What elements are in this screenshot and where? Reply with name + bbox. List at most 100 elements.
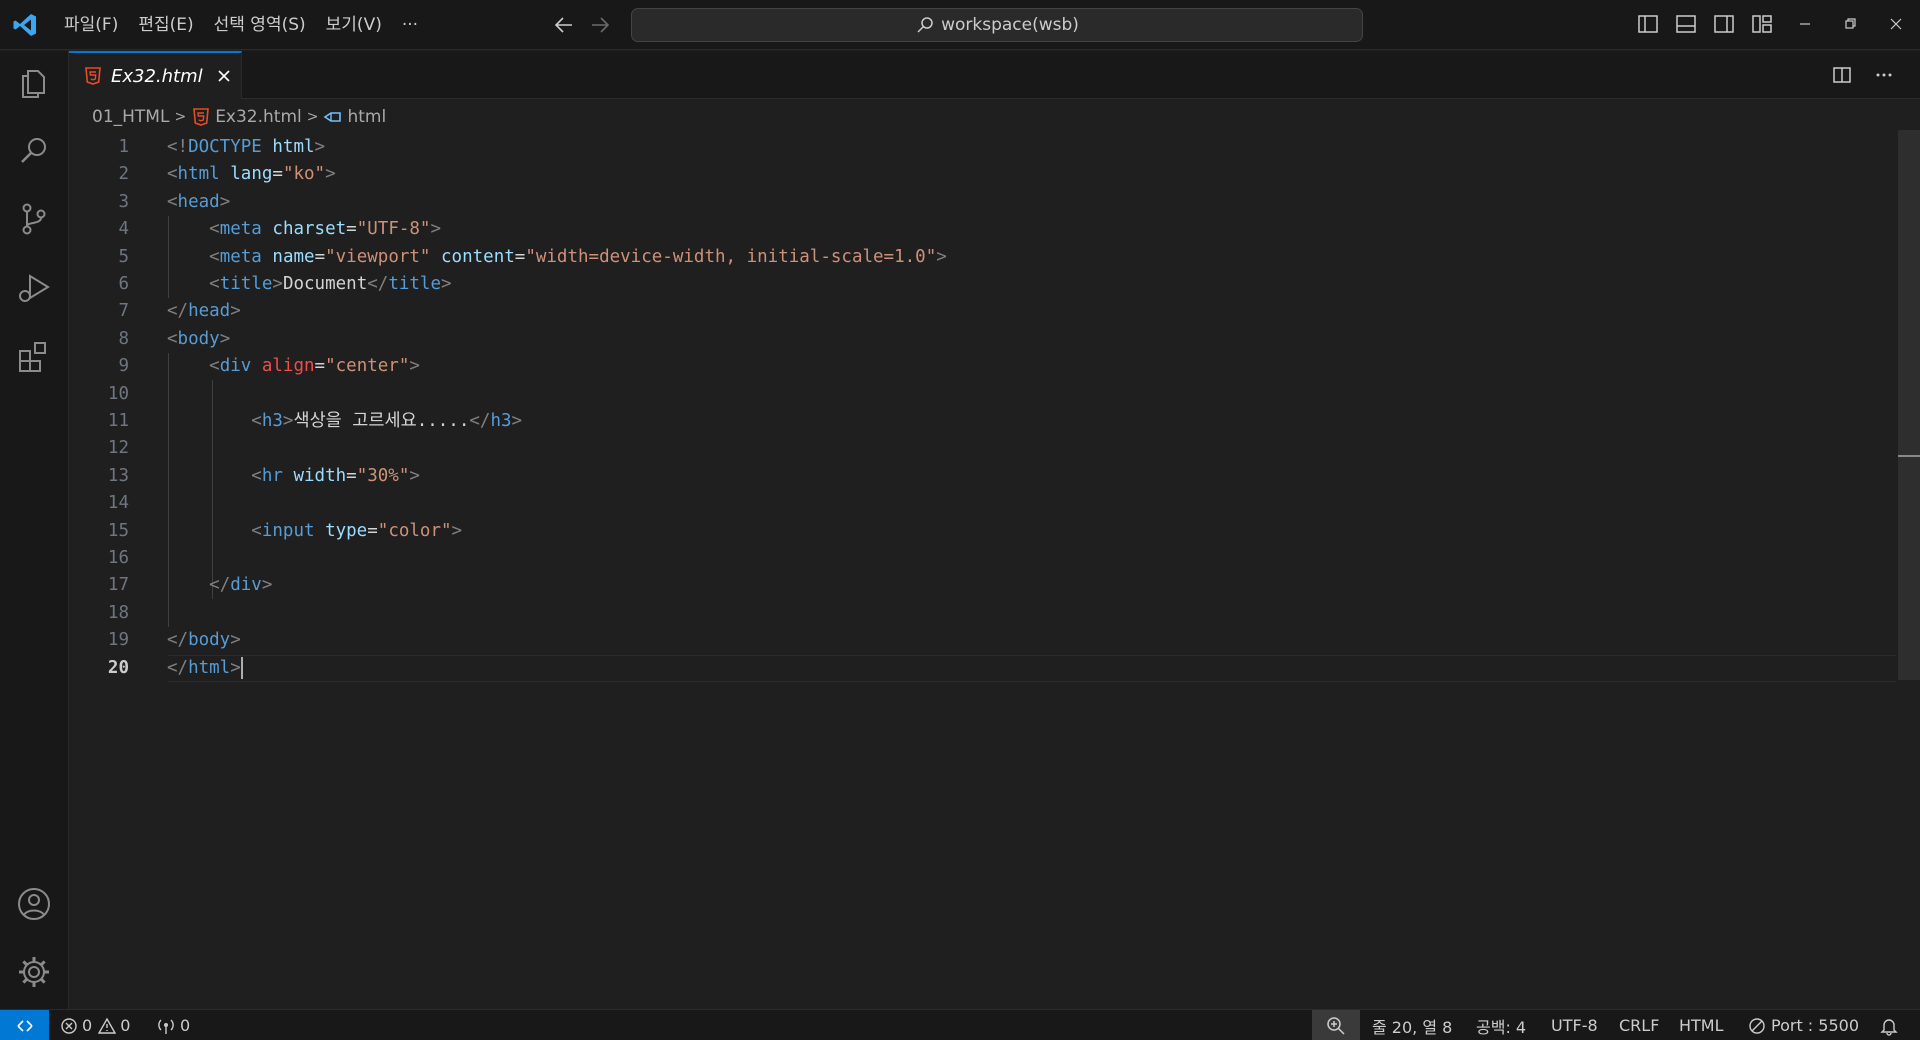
code-line[interactable]: 9 <div align="center">	[69, 353, 1896, 380]
code-text: </div>	[167, 572, 272, 599]
menu-file[interactable]: 파일(F)	[54, 0, 128, 50]
forward-arrow-icon[interactable]	[588, 13, 612, 37]
command-center-search[interactable]: workspace(wsb)	[631, 8, 1363, 42]
minimize-icon[interactable]	[1793, 12, 1817, 36]
code-token: title	[388, 274, 441, 294]
code-line[interactable]: 12	[69, 435, 1896, 462]
toggle-panel-icon[interactable]	[1674, 12, 1698, 36]
menu-view[interactable]: 보기(V)	[316, 0, 392, 50]
code-token: h3	[490, 411, 512, 431]
line-number: 14	[107, 493, 129, 514]
code-token: >	[219, 191, 231, 212]
code-token: <	[209, 219, 220, 240]
source-control-icon[interactable]	[14, 199, 54, 239]
status-bar: 0 0 0 줄 20, 열 8 공백: 4 UTF-8 CRLF HTML Po…	[0, 1009, 1920, 1040]
bell-icon[interactable]	[1879, 1016, 1899, 1036]
code-line[interactable]: 7 </head>	[69, 298, 1896, 325]
end-of-line[interactable]: CRLF	[1619, 1010, 1659, 1040]
code-text: <input type="color">	[167, 518, 462, 545]
code-line[interactable]: 3 <head>	[69, 189, 1896, 216]
close-window-icon[interactable]	[1884, 12, 1908, 36]
code-line[interactable]: 10	[69, 381, 1896, 408]
code-line[interactable]: 15 <input type="color">	[69, 518, 1896, 545]
more-actions-icon[interactable]	[1872, 63, 1896, 87]
code-line[interactable]: 6 <title>Document</title>	[69, 271, 1896, 298]
line-number: 13	[107, 465, 129, 486]
menu-bar: 파일(F) 편집(E) 선택 영역(S) 보기(V) ···	[54, 0, 428, 50]
code-line[interactable]: 11 <h3>색상을 고르세요.....</h3>	[69, 408, 1896, 435]
code-line[interactable]: 5 <meta name="viewport" content="width=d…	[69, 244, 1896, 271]
language-mode[interactable]: HTML	[1679, 1010, 1724, 1040]
remote-indicator[interactable]	[0, 1010, 49, 1040]
code-line[interactable]: 16	[69, 545, 1896, 572]
search-view-icon[interactable]	[14, 131, 54, 171]
code-line[interactable]: 13 <hr width="30%">	[69, 463, 1896, 490]
code-token: html	[272, 137, 315, 157]
breadcrumb-file[interactable]: Ex32.html	[215, 107, 302, 127]
zoom-indicator[interactable]	[1312, 1010, 1360, 1040]
code-line[interactable]: 1 <!DOCTYPE html>	[69, 134, 1896, 161]
tab-ex32-html[interactable]: Ex32.html	[69, 51, 242, 99]
layout-controls	[1636, 12, 1774, 36]
code-line[interactable]: 2 <html lang="ko">	[69, 161, 1896, 188]
code-editor[interactable]: 1 <!DOCTYPE html> 2 <html lang="ko"> 3 <head>…	[69, 134, 1896, 734]
restore-icon[interactable]	[1838, 12, 1862, 36]
customize-layout-icon[interactable]	[1750, 12, 1774, 36]
error-icon	[61, 1017, 77, 1034]
code-token: align	[261, 356, 315, 377]
code-line[interactable]: 20 </html>	[69, 655, 1896, 682]
search-label: workspace(wsb)	[941, 15, 1079, 35]
code-token: body	[177, 328, 220, 349]
problems-indicator[interactable]: 0 0	[60, 1010, 130, 1040]
code-token: meta	[219, 246, 262, 267]
menu-more[interactable]: ···	[392, 0, 428, 50]
close-icon[interactable]	[215, 67, 233, 85]
breadcrumb-symbol[interactable]: html	[347, 107, 386, 127]
toggle-secondary-sidebar-icon[interactable]	[1712, 12, 1736, 36]
code-token: content	[441, 246, 515, 267]
broadcast-icon	[158, 1019, 174, 1034]
code-line[interactable]: 8 <body>	[69, 326, 1896, 353]
toggle-primary-sidebar-icon[interactable]	[1636, 12, 1660, 36]
ports-indicator[interactable]: 0	[156, 1010, 190, 1040]
code-line[interactable]: 14	[69, 490, 1896, 517]
code-token: name	[272, 246, 315, 267]
code-line[interactable]: 18	[69, 600, 1896, 627]
code-text: <meta name="viewport" content="width=dev…	[167, 244, 947, 271]
code-line[interactable]: 4 <meta charset="UTF-8">	[69, 216, 1896, 243]
encoding[interactable]: UTF-8	[1551, 1010, 1598, 1040]
extensions-icon[interactable]	[14, 337, 54, 377]
back-arrow-icon[interactable]	[552, 13, 576, 37]
code-token: "width=device-width, initial-scale=1.0"	[525, 246, 937, 267]
accounts-icon[interactable]	[14, 884, 54, 924]
chevron-right-icon: >	[306, 109, 319, 125]
menu-edit[interactable]: 편집(E)	[128, 0, 203, 50]
run-debug-icon[interactable]	[14, 268, 54, 308]
vertical-scrollbar[interactable]	[1898, 130, 1920, 680]
breadcrumb-folder[interactable]: 01_HTML	[92, 107, 169, 127]
live-server-port[interactable]: Port : 5500	[1748, 1010, 1859, 1040]
menu-selection[interactable]: 선택 영역(S)	[204, 0, 316, 50]
tab-label: Ex32.html	[111, 65, 203, 87]
code-token: Document	[282, 274, 368, 294]
code-token: =	[346, 465, 357, 486]
indentation[interactable]: 공백: 4	[1476, 1010, 1526, 1040]
line-number: 11	[107, 411, 129, 431]
code-token: <	[167, 164, 178, 185]
code-text: <body>	[167, 326, 230, 353]
split-editor-icon[interactable]	[1830, 63, 1854, 87]
explorer-icon[interactable]	[14, 63, 54, 103]
gear-icon[interactable]	[14, 952, 54, 992]
code-text: <head>	[167, 189, 230, 216]
html-file-icon	[85, 67, 101, 85]
cursor-position[interactable]: 줄 20, 열 8	[1372, 1010, 1452, 1040]
code-token: >	[430, 219, 442, 240]
line-number: 9	[118, 356, 129, 377]
code-line[interactable]: 19 </body>	[69, 627, 1896, 654]
code-text: <h3>색상을 고르세요.....</h3>	[167, 408, 522, 435]
code-line[interactable]: 17 </div>	[69, 572, 1896, 599]
symbol-element-icon	[324, 112, 342, 122]
